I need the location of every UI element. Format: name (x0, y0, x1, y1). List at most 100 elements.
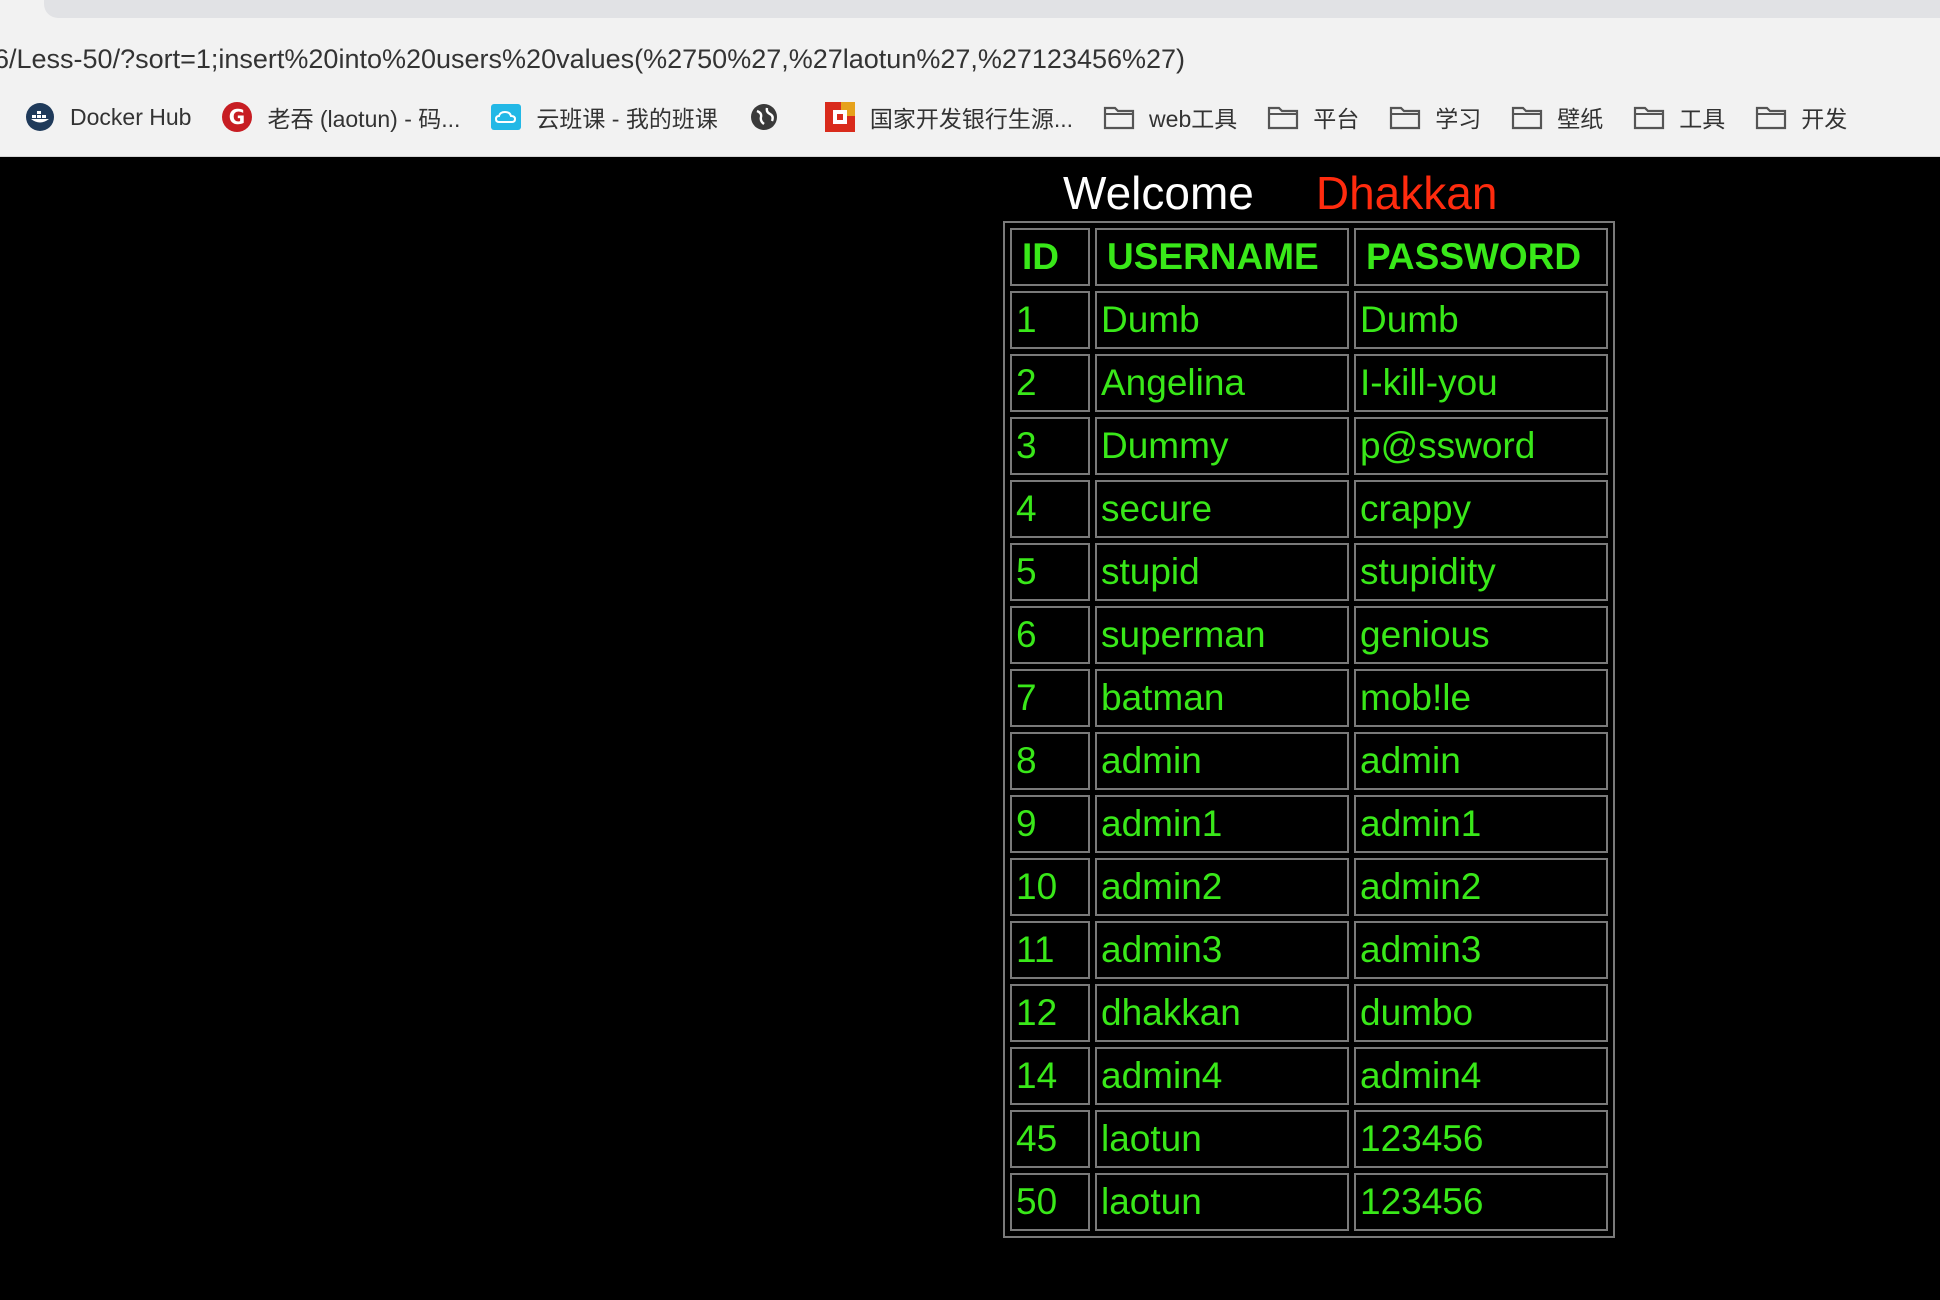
table-header-row: ID USERNAME PASSWORD (1010, 228, 1608, 286)
cell-password: 123456 (1354, 1110, 1608, 1168)
bookmark-label: web工具 (1149, 106, 1238, 132)
bookmark-folder-wallpaper[interactable]: 壁纸 (1511, 94, 1603, 140)
cell-username: Dummy (1095, 417, 1349, 475)
cell-password: p@ssword (1354, 417, 1608, 475)
cell-id: 9 (1010, 795, 1090, 853)
cell-id: 7 (1010, 669, 1090, 727)
table-row: 1 Dumb Dumb (1010, 291, 1608, 349)
bookmarks-bar: Docker Hub G 老吞 (laotun) - 码... 云班课 - 我的… (0, 94, 1940, 140)
url-text[interactable]: 6/Less-50/?sort=1;insert%20into%20users%… (0, 40, 1185, 78)
cell-username: admin4 (1095, 1047, 1349, 1105)
bookmark-label: 平台 (1313, 106, 1360, 132)
table-row: 2 Angelina I-kill-you (1010, 354, 1608, 412)
folder-icon (1389, 101, 1421, 133)
cell-username: secure (1095, 480, 1349, 538)
table-row: 5 stupid stupidity (1010, 543, 1608, 601)
cloud-class-icon (490, 101, 522, 133)
header-id: ID (1010, 228, 1090, 286)
cell-username: laotun (1095, 1110, 1349, 1168)
bookmark-docker-hub[interactable]: Docker Hub (24, 94, 191, 140)
bookmark-globe[interactable] (748, 94, 794, 140)
users-table: ID USERNAME PASSWORD 1 Dumb Dumb 2 Angelina I… (1003, 221, 1615, 1238)
cell-username: admin (1095, 732, 1349, 790)
cell-username: Angelina (1095, 354, 1349, 412)
bookmark-label: 学习 (1435, 106, 1482, 132)
table-row: 50 laotun 123456 (1010, 1173, 1608, 1231)
table-row: 7 batman mob!le (1010, 669, 1608, 727)
bookmark-gitee[interactable]: G 老吞 (laotun) - 码... (221, 94, 460, 140)
cell-username: admin2 (1095, 858, 1349, 916)
bookmark-label: 壁纸 (1557, 106, 1604, 132)
browser-chrome: 6/Less-50/?sort=1;insert%20into%20users%… (0, 0, 1940, 157)
bookmark-label: 开发 (1801, 106, 1848, 132)
cell-password: stupidity (1354, 543, 1608, 601)
table-row: 4 secure crappy (1010, 480, 1608, 538)
cell-id: 50 (1010, 1173, 1090, 1231)
cell-id: 45 (1010, 1110, 1090, 1168)
cell-username: admin3 (1095, 921, 1349, 979)
cell-id: 6 (1010, 606, 1090, 664)
cell-id: 11 (1010, 921, 1090, 979)
folder-icon (1511, 101, 1543, 133)
bookmark-folder-dev[interactable]: 开发 (1755, 94, 1847, 140)
welcome-text: Welcome (1063, 167, 1254, 219)
gitee-icon: G (221, 101, 253, 133)
cell-username: batman (1095, 669, 1349, 727)
page-content: Welcome Dhakkan ID USERNAME PASSWORD 1 Dum… (0, 157, 1940, 1300)
cell-password: 123456 (1354, 1173, 1608, 1231)
bookmark-label: 云班课 - 我的班课 (536, 106, 718, 132)
cell-password: genious (1354, 606, 1608, 664)
cell-password: mob!le (1354, 669, 1608, 727)
cell-id: 8 (1010, 732, 1090, 790)
bookmark-folder-tools[interactable]: 工具 (1633, 94, 1725, 140)
cell-id: 1 (1010, 291, 1090, 349)
header-username: USERNAME (1095, 228, 1349, 286)
cell-password: admin3 (1354, 921, 1608, 979)
cell-password: Dumb (1354, 291, 1608, 349)
active-tab[interactable] (44, 0, 1940, 18)
users-table-body: 1 Dumb Dumb 2 Angelina I-kill-you 3 Dummy p@sswo… (1010, 291, 1608, 1231)
folder-icon (1755, 101, 1787, 133)
cell-password: I-kill-you (1354, 354, 1608, 412)
bookmark-folder-study[interactable]: 学习 (1389, 94, 1481, 140)
docker-icon (24, 101, 56, 133)
address-bar[interactable]: 6/Less-50/?sort=1;insert%20into%20users%… (0, 34, 1940, 82)
bookmark-label: Docker Hub (70, 103, 192, 130)
cell-username: laotun (1095, 1173, 1349, 1231)
cell-username: Dumb (1095, 291, 1349, 349)
table-row: 14 admin4 admin4 (1010, 1047, 1608, 1105)
cell-username: dhakkan (1095, 984, 1349, 1042)
bookmark-label: 工具 (1679, 106, 1726, 132)
globe-icon (748, 101, 780, 133)
cell-username: admin1 (1095, 795, 1349, 853)
table-row: 45 laotun 123456 (1010, 1110, 1608, 1168)
cell-password: crappy (1354, 480, 1608, 538)
cell-username: stupid (1095, 543, 1349, 601)
cell-password: dumbo (1354, 984, 1608, 1042)
cell-password: admin4 (1354, 1047, 1608, 1105)
bookmark-label: 国家开发银行生源... (869, 106, 1074, 132)
table-row: 9 admin1 admin1 (1010, 795, 1608, 853)
cell-password: admin2 (1354, 858, 1608, 916)
bookmark-folder-web-tools[interactable]: web工具 (1103, 94, 1237, 140)
cell-password: admin1 (1354, 795, 1608, 853)
bookmark-label: 老吞 (laotun) - 码... (267, 106, 461, 132)
bank-icon (824, 101, 856, 133)
table-row: 11 admin3 admin3 (1010, 921, 1608, 979)
bookmark-cloud-class[interactable]: 云班课 - 我的班课 (490, 94, 718, 140)
bookmark-folder-platform[interactable]: 平台 (1267, 94, 1359, 140)
folder-icon (1633, 101, 1665, 133)
cell-id: 14 (1010, 1047, 1090, 1105)
tab-strip (0, 0, 1940, 34)
cell-username: superman (1095, 606, 1349, 664)
table-row: 12 dhakkan dumbo (1010, 984, 1608, 1042)
table-row: 3 Dummy p@ssword (1010, 417, 1608, 475)
cell-id: 3 (1010, 417, 1090, 475)
svg-text:G: G (229, 105, 245, 129)
folder-icon (1103, 101, 1135, 133)
cell-id: 10 (1010, 858, 1090, 916)
cell-id: 4 (1010, 480, 1090, 538)
table-row: 10 admin2 admin2 (1010, 858, 1608, 916)
bookmark-bank[interactable]: 国家开发银行生源... (824, 94, 1073, 140)
cell-password: admin (1354, 732, 1608, 790)
